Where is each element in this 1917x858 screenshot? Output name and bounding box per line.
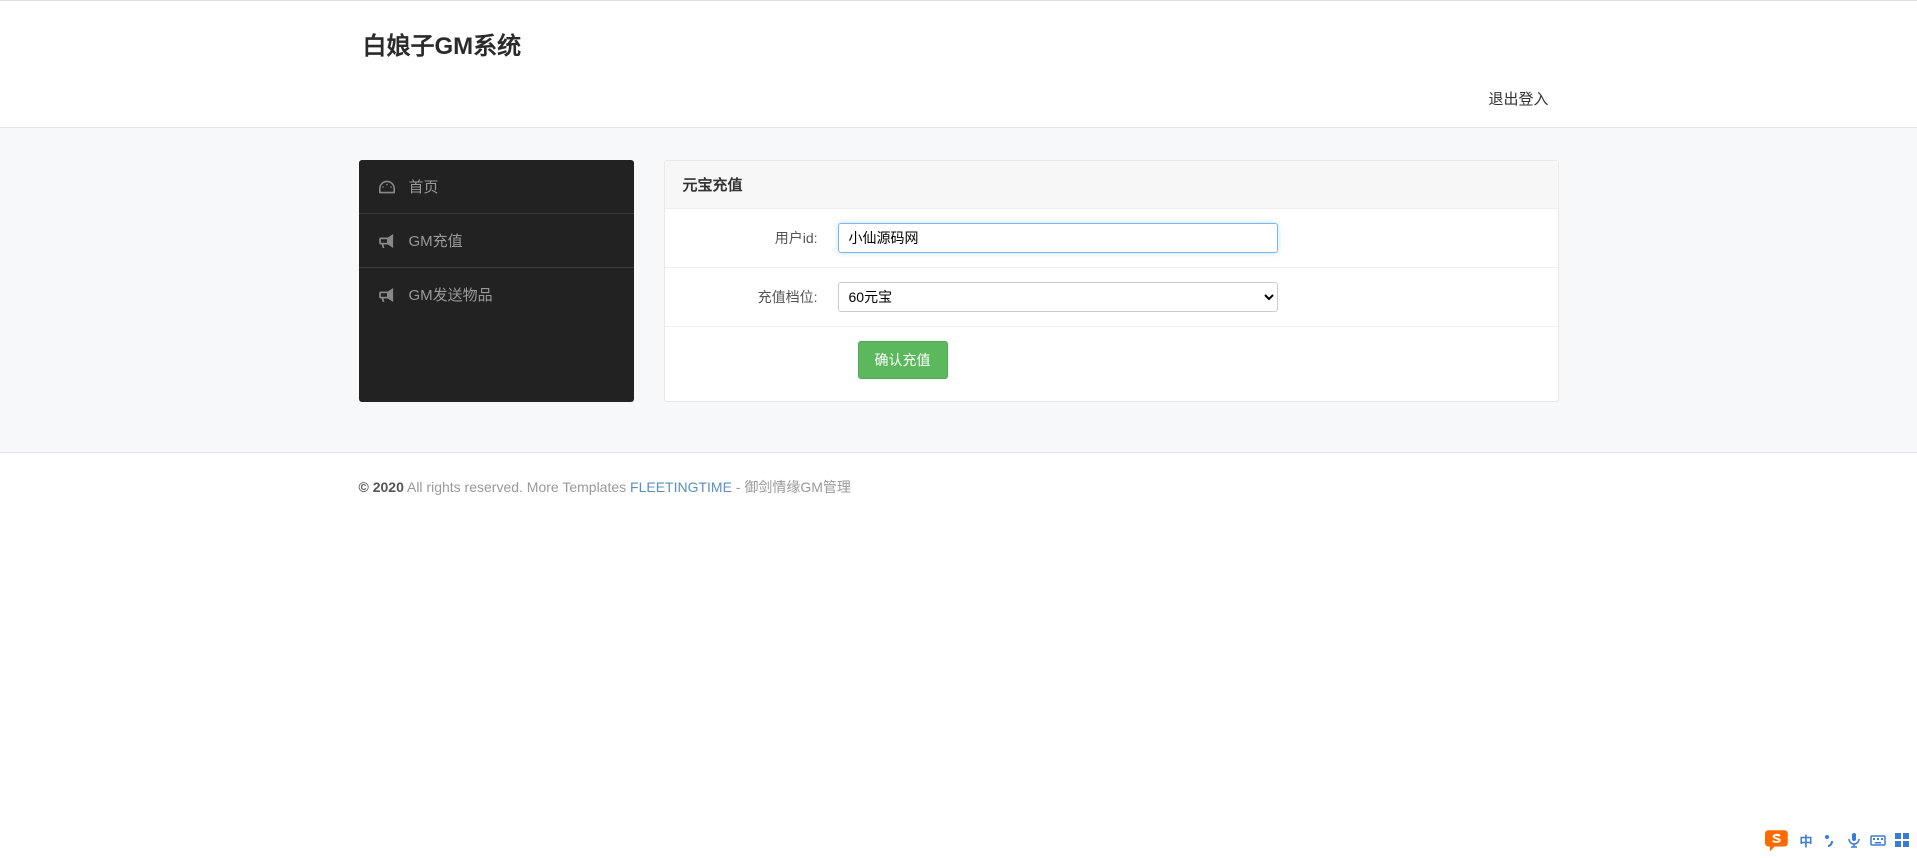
sidebar-item-label: GM发送物品 bbox=[409, 284, 493, 305]
sidebar-item-label: 首页 bbox=[409, 176, 439, 197]
sidebar-item-label: GM充值 bbox=[409, 230, 463, 251]
ime-mic-icon[interactable] bbox=[1844, 830, 1864, 850]
ime-lang-indicator[interactable]: 中 bbox=[1796, 830, 1816, 850]
user-id-label: 用户id: bbox=[683, 228, 838, 248]
footer-copyright: © 2020 bbox=[359, 479, 404, 495]
tier-control: 60元宝 bbox=[838, 282, 1278, 312]
dashboard-icon bbox=[377, 180, 397, 194]
header-region: 白娘子GM系统 退出登入 bbox=[0, 0, 1917, 127]
sidebar-item-home[interactable]: 首页 bbox=[359, 160, 634, 214]
sidebar-item-gm-send-items[interactable]: GM发送物品 bbox=[359, 268, 634, 321]
ime-toolbar: 中 bbox=[1764, 827, 1912, 853]
recharge-panel: 元宝充值 用户id: 充值档位: 60元宝 确认充 bbox=[664, 160, 1559, 402]
user-id-control bbox=[838, 223, 1278, 253]
ime-punctuation-icon[interactable] bbox=[1820, 830, 1840, 850]
tier-select[interactable]: 60元宝 bbox=[838, 282, 1278, 312]
footer-region: © 2020 All rights reserved. More Templat… bbox=[0, 453, 1917, 521]
sogou-ime-icon[interactable] bbox=[1764, 827, 1792, 853]
brand-title: 白娘子GM系统 bbox=[359, 26, 1559, 61]
confirm-recharge-button[interactable]: 确认充值 bbox=[858, 341, 948, 379]
ime-keyboard-icon[interactable] bbox=[1868, 830, 1888, 850]
main: 元宝充值 用户id: 充值档位: 60元宝 确认充 bbox=[664, 160, 1559, 402]
panel-title: 元宝充值 bbox=[665, 161, 1558, 209]
user-id-input[interactable] bbox=[838, 223, 1278, 253]
footer-link[interactable]: FLEETINGTIME bbox=[630, 479, 732, 495]
logout-link[interactable]: 退出登入 bbox=[1488, 88, 1548, 109]
topnav: 退出登入 bbox=[359, 76, 1559, 127]
footer-rights: All rights reserved. More Templates bbox=[404, 479, 630, 495]
form-row-user-id: 用户id: bbox=[665, 209, 1558, 268]
sidebar-item-gm-recharge[interactable]: GM充值 bbox=[359, 214, 634, 268]
topnav-region: 退出登入 bbox=[0, 76, 1917, 127]
form-row-tier: 充值档位: 60元宝 bbox=[665, 268, 1558, 327]
tier-label: 充值档位: bbox=[683, 287, 838, 307]
content: 首页 GM充值 GM发送物品 元宝充值 用户id: bbox=[359, 160, 1559, 402]
footer-suffix: - 御剑情缘GM管理 bbox=[732, 479, 851, 495]
ime-grid-icon[interactable] bbox=[1892, 830, 1912, 850]
form-actions: 确认充值 bbox=[665, 327, 1558, 401]
bullhorn-icon bbox=[377, 288, 397, 302]
header: 白娘子GM系统 bbox=[359, 1, 1559, 76]
sidebar: 首页 GM充值 GM发送物品 bbox=[359, 160, 634, 402]
bullhorn-icon bbox=[377, 234, 397, 248]
content-region: 首页 GM充值 GM发送物品 元宝充值 用户id: bbox=[0, 127, 1917, 453]
footer: © 2020 All rights reserved. More Templat… bbox=[359, 477, 1559, 497]
